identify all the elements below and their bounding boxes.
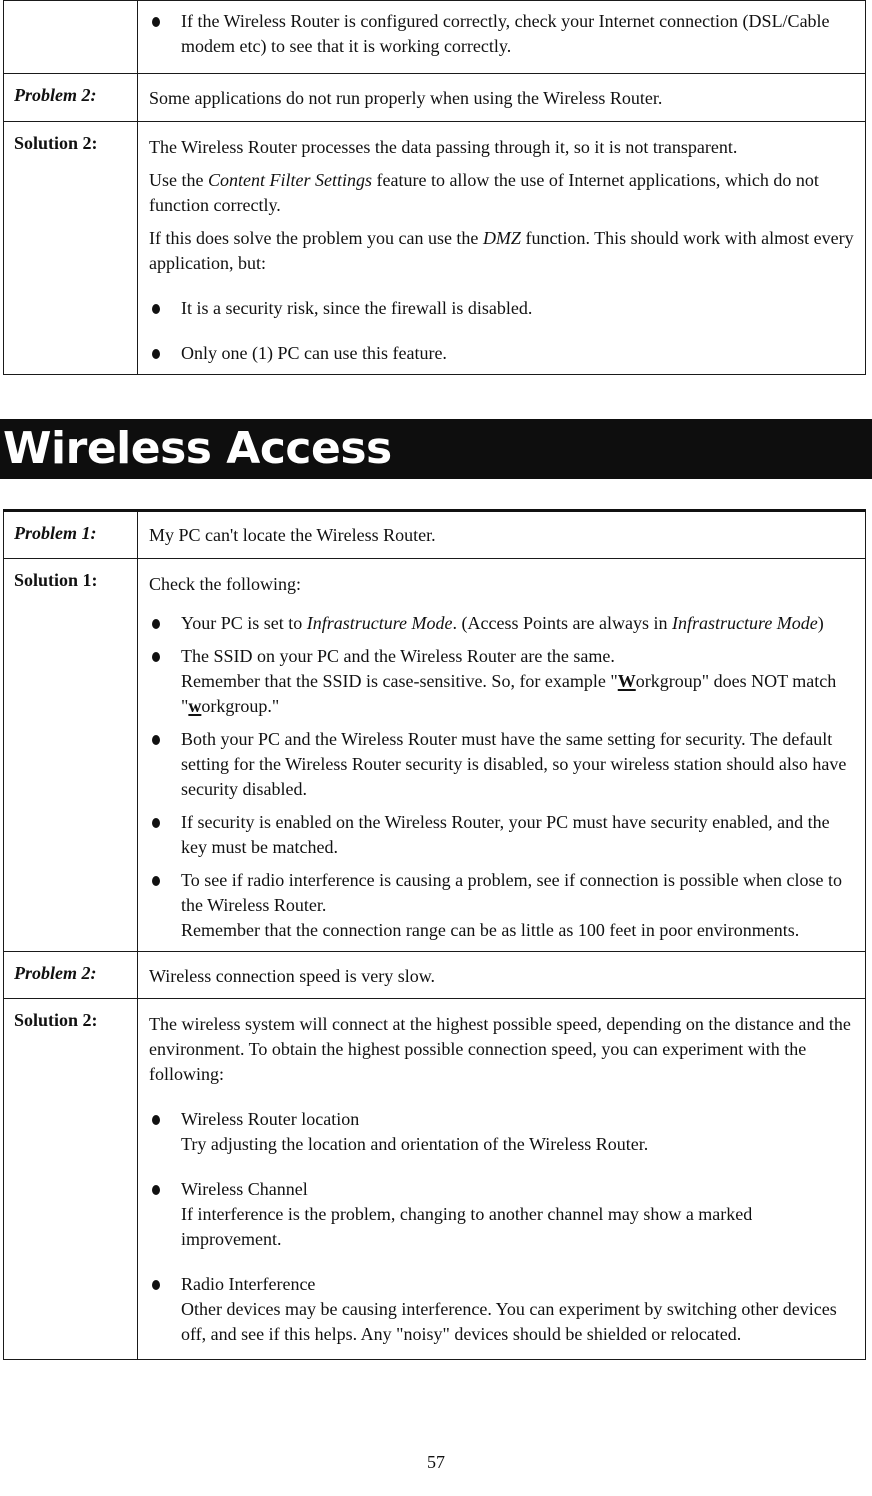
feature-name: Content Filter Settings	[207, 170, 372, 190]
item-title: Wireless Channel	[181, 1179, 308, 1199]
problem-label: Problem 1:	[14, 523, 97, 543]
problem-text: My PC can't locate the Wireless Router.	[149, 525, 436, 545]
bullet-icon	[152, 652, 160, 662]
feature-name: DMZ	[482, 228, 521, 248]
bullet-icon	[152, 735, 160, 745]
page-number: 57	[427, 1452, 445, 1472]
list-item: If the Wireless Router is configured cor…	[149, 9, 855, 59]
table-row: Solution 2: The wireless system will con…	[3, 998, 866, 1360]
problem-label: Problem 2:	[14, 963, 97, 983]
solution-text: Check the following: Your PC is set to I…	[138, 559, 865, 951]
section-heading: Wireless Access	[0, 419, 872, 479]
troubleshooting-table-general: If the Wireless Router is configured cor…	[3, 0, 866, 375]
table-row: Problem 2: Wireless connection speed is …	[3, 951, 866, 999]
item-title: Radio Interference	[181, 1274, 316, 1294]
problem-text: Some applications do not run properly wh…	[149, 88, 663, 108]
table-row: Solution 2: The Wireless Router processe…	[3, 121, 866, 375]
solution-label: Solution 2:	[14, 1010, 98, 1030]
bullet-icon	[152, 1280, 160, 1290]
item-desc: Other devices may be causing interferenc…	[181, 1299, 837, 1344]
list-item: Wireless Channel If interference is the p…	[149, 1177, 855, 1252]
bullet-icon	[152, 1115, 160, 1125]
bullet-icon	[152, 304, 160, 314]
emphasized-letter: W	[617, 671, 636, 691]
solution-text: The Wireless Router processes the data p…	[138, 122, 865, 374]
item-desc: If interference is the problem, changing…	[181, 1204, 753, 1249]
list-item: Only one (1) PC can use this feature.	[149, 341, 855, 366]
table-row: Problem 2: Some applications do not run …	[3, 73, 866, 122]
bullet-icon	[152, 619, 160, 629]
bullet-icon	[152, 349, 160, 359]
list-item: To see if radio interference is causing …	[149, 868, 855, 943]
empty-label-cell	[3, 0, 138, 74]
item-desc: Try adjusting the location and orientati…	[181, 1134, 649, 1154]
table-row: Problem 1: My PC can't locate the Wirele…	[3, 510, 866, 559]
problem-label: Problem 2:	[14, 85, 97, 105]
table-row: If the Wireless Router is configured cor…	[3, 0, 866, 74]
emphasized-letter: w	[188, 696, 202, 716]
table-row: Solution 1: Check the following: Your PC…	[3, 558, 866, 952]
bullet-icon	[152, 818, 160, 828]
list-item: The SSID on your PC and the Wireless Rou…	[149, 644, 855, 719]
solution-label: Solution 1:	[14, 570, 98, 590]
list-item: Both your PC and the Wireless Router mus…	[149, 727, 855, 802]
list-item: Radio Interference Other devices may be c…	[149, 1272, 855, 1347]
solution-text: The wireless system will connect at the …	[138, 999, 865, 1359]
bullet-icon	[152, 876, 160, 886]
list-item: If security is enabled on the Wireless R…	[149, 810, 855, 860]
bullet-icon	[152, 1185, 160, 1195]
problem-text: Wireless connection speed is very slow.	[149, 966, 436, 986]
troubleshooting-table-wireless: Problem 1: My PC can't locate the Wirele…	[3, 509, 866, 1360]
item-title: Wireless Router location	[181, 1109, 360, 1129]
solution-label: Solution 2:	[14, 133, 98, 153]
solution-cell-continued: If the Wireless Router is configured cor…	[137, 0, 866, 74]
list-item: Your PC is set to Infrastructure Mode. (…	[149, 611, 855, 636]
list-item: Wireless Router location Try adjusting th…	[149, 1107, 855, 1157]
bullet-icon	[152, 17, 160, 27]
list-item: It is a security risk, since the firewal…	[149, 296, 855, 321]
